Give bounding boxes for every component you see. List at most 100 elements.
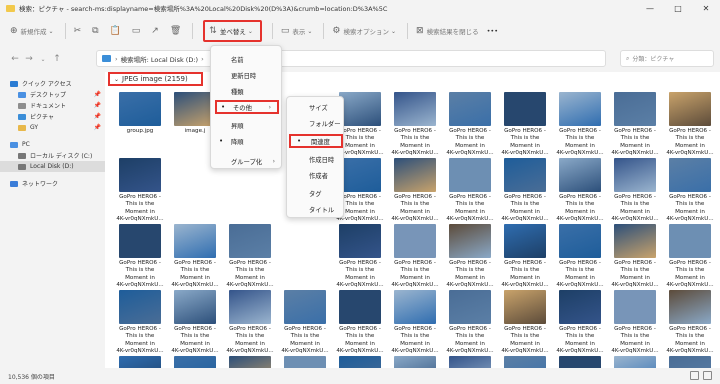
- file-item[interactable]: GoPro HERO6 - This is the Moment in 4K-vr0q…: [223, 290, 277, 356]
- sort-more-item[interactable]: 関連度 •: [289, 134, 343, 148]
- file-item[interactable]: GoPro HERO6 - This is the Moment in 4K-vr0q…: [168, 290, 222, 356]
- file-item[interactable]: GoPro HERO6 - This is the Moment in 4K-vr0q…: [608, 224, 662, 290]
- file-item[interactable]: GoPro HERO6 - This is the Moment in 4K-vr0q…: [278, 290, 332, 356]
- file-item[interactable]: GoPro HERO6 - This is the Moment in 4K-vr0q…: [553, 224, 607, 290]
- paste-button[interactable]: 📋: [106, 21, 128, 41]
- sort-more-item[interactable]: 作成日時: [287, 152, 343, 166]
- file-item[interactable]: GoPro HERO6 -: [388, 356, 442, 368]
- file-item[interactable]: GoPro HERO6 - This is the Moment in 4K-vr0q…: [113, 290, 167, 356]
- file-item[interactable]: GoPro HERO6 - This is the Moment in 4K-vr0q…: [388, 158, 442, 224]
- file-name-line: This is the: [180, 267, 210, 274]
- file-item[interactable]: GoPro HERO6 - This is the Moment in 4K-vr0q…: [498, 290, 552, 356]
- sidebar-item[interactable]: GY 📌: [0, 122, 105, 133]
- file-item[interactable]: GoPro HERO6 -: [333, 356, 387, 368]
- file-thumbnail: [284, 356, 326, 368]
- file-item[interactable]: GoPro HERO6 -: [223, 356, 277, 368]
- file-item[interactable]: GoPro HERO6 - This is the Moment in 4K-vr0q…: [388, 92, 442, 158]
- file-item[interactable]: GoPro HERO6 - This is the Moment in 4K-vr0q…: [553, 158, 607, 224]
- file-item[interactable]: GoPro HERO6 - This is the Moment in 4K-vr0q…: [608, 290, 662, 356]
- file-item[interactable]: GoPro HERO6 -: [498, 356, 552, 368]
- file-name-line: GoPro HERO6 -: [559, 326, 601, 332]
- sidebar-item[interactable]: ピクチャ 📌: [0, 111, 105, 122]
- large-icons-view-icon[interactable]: [703, 371, 712, 380]
- file-item[interactable]: GoPro HERO6 - This is the Moment in 4K-vr0q…: [663, 92, 717, 158]
- rename-button[interactable]: ▭: [128, 21, 148, 41]
- share-button[interactable]: ↗: [147, 21, 166, 41]
- file-item[interactable]: GoPro HERO6 - This is the Moment in 4K-vr0q…: [333, 224, 387, 290]
- sidebar-item[interactable]: Local Disk (D:): [0, 161, 105, 172]
- file-item[interactable]: GoPro HERO6 -: [168, 356, 222, 368]
- sort-more-item[interactable]: 作成者: [287, 168, 343, 182]
- file-item[interactable]: GoPro HERO6 - This is the Moment in 4K-vr0q…: [443, 158, 497, 224]
- sort-more-item[interactable]: タイトル: [287, 202, 343, 216]
- close-search-button[interactable]: ⊠ 検索結果を閉じる: [412, 21, 483, 41]
- file-item[interactable]: GoPro HERO6 - This is the Moment in 4K-vr0q…: [223, 224, 277, 290]
- file-item[interactable]: GoPro HERO6 -: [278, 356, 332, 368]
- address-bar[interactable]: › 検索場所: Local Disk (D:) ›: [96, 50, 606, 67]
- sort-menu-item[interactable]: 種類: [211, 84, 281, 98]
- view-icon: ▭: [280, 26, 290, 36]
- file-item[interactable]: GoPro HERO6 - This is the Moment in 4K-vr0q…: [663, 290, 717, 356]
- file-item[interactable]: GoPro HERO6 - This is the Moment in 4K-vr0q…: [388, 290, 442, 356]
- delete-button[interactable]: 🗑: [166, 21, 188, 41]
- file-item[interactable]: GoPro HERO6 - This is the Moment in 4K-vr0q…: [168, 224, 222, 290]
- recent-chevron-icon[interactable]: ⌄: [36, 56, 50, 63]
- new-label: 新規作成: [20, 28, 47, 36]
- sort-button[interactable]: ⇅ 並べ替え ⌄: [203, 20, 262, 42]
- sort-more-item[interactable]: サイズ: [287, 100, 343, 114]
- file-item[interactable]: GoPro HERO6 -: [113, 356, 167, 368]
- file-item[interactable]: GoPro HERO6 - This is the Moment in 4K-vr0q…: [388, 224, 442, 290]
- search-input[interactable]: ⌕ 分類：ピクチャ: [620, 50, 714, 67]
- forward-arrow-icon[interactable]: →: [22, 54, 36, 64]
- sidebar-item[interactable]: PC: [0, 139, 105, 150]
- file-item[interactable]: GoPro HERO6 - This is the Moment in 4K-vr0q…: [608, 158, 662, 224]
- file-item[interactable]: GoPro HERO6 - This is the Moment in 4K-vr0q…: [663, 224, 717, 290]
- file-item[interactable]: GoPro HERO6 - This is the Moment in 4K-vr0q…: [498, 224, 552, 290]
- sort-menu-item[interactable]: 降順 •: [211, 134, 281, 148]
- file-item[interactable]: GoPro HERO6 -: [553, 356, 607, 368]
- file-item[interactable]: GoPro HERO6 -: [443, 356, 497, 368]
- sidebar-item[interactable]: ローカル ディスク (C:): [0, 150, 105, 161]
- view-button[interactable]: ▭ 表示 ⌄: [277, 21, 320, 41]
- back-arrow-icon[interactable]: ←: [8, 54, 22, 64]
- file-item[interactable]: GoPro HERO6 - This is the Moment in 4K-vr0q…: [443, 92, 497, 158]
- up-arrow-icon[interactable]: ↑: [50, 54, 64, 64]
- sidebar-item[interactable]: デスクトップ 📌: [0, 89, 105, 100]
- file-item[interactable]: GoPro HERO6 - This is the Moment in 4K-vr0q…: [663, 158, 717, 224]
- file-item[interactable]: GoPro HERO6 - This is the Moment in 4K-vr0q…: [443, 224, 497, 290]
- sort-menu-item[interactable]: その他 • ›: [215, 100, 279, 114]
- file-item[interactable]: GoPro HERO6 - This is the Moment in 4K-vr0q…: [498, 92, 552, 158]
- sort-menu-item[interactable]: グループ化 ›: [211, 154, 281, 168]
- maximize-button[interactable]: □: [664, 0, 692, 16]
- sidebar-item[interactable]: クイック アクセス: [0, 78, 105, 89]
- more-button[interactable]: •••: [483, 21, 503, 41]
- sort-menu-item[interactable]: 名前: [211, 52, 281, 66]
- group-header[interactable]: ⌄ JPEG image (2159): [108, 72, 203, 86]
- search-options-button[interactable]: ⚙ 検索オプション ⌄: [328, 21, 403, 41]
- sort-more-item[interactable]: タグ: [287, 186, 343, 200]
- file-item[interactable]: GoPro HERO6 - This is the Moment in 4K-vr0q…: [113, 158, 167, 224]
- sidebar-item-icon: [18, 113, 26, 120]
- sort-menu-item[interactable]: 更新日時: [211, 68, 281, 82]
- cut-button[interactable]: ✂: [70, 21, 89, 41]
- file-item[interactable]: GoPro HERO6 - This is the Moment in 4K-vr0q…: [553, 92, 607, 158]
- close-button[interactable]: ✕: [692, 0, 720, 16]
- file-item[interactable]: GoPro HERO6 - This is the Moment in 4K-vr0q…: [333, 290, 387, 356]
- sort-more-item[interactable]: フォルダー: [287, 116, 343, 130]
- file-item[interactable]: GoPro HERO6 -: [608, 356, 662, 368]
- file-item[interactable]: group.jpg: [113, 92, 167, 135]
- file-item[interactable]: GoPro HERO6 - This is the Moment in 4K-vr0q…: [498, 158, 552, 224]
- file-name-line: This is the: [235, 333, 265, 340]
- sidebar-item[interactable]: ネットワーク: [0, 178, 105, 189]
- copy-button[interactable]: ⧉: [88, 21, 105, 41]
- new-button[interactable]: ⊕ 新規作成 ⌄: [6, 21, 61, 41]
- file-item[interactable]: GoPro HERO6 - This is the Moment in 4K-vr0q…: [608, 92, 662, 158]
- sidebar-item[interactable]: ドキュメント 📌: [0, 100, 105, 111]
- file-item[interactable]: GoPro HERO6 - This is the Moment in 4K-vr0q…: [443, 290, 497, 356]
- file-item[interactable]: GoPro HERO6 - This is the Moment in 4K-vr0q…: [113, 224, 167, 290]
- minimize-button[interactable]: —: [636, 0, 664, 16]
- details-view-icon[interactable]: [690, 371, 699, 380]
- file-item[interactable]: GoPro HERO6 -: [663, 356, 717, 368]
- sort-menu-item[interactable]: 昇順: [211, 118, 281, 132]
- file-item[interactable]: GoPro HERO6 - This is the Moment in 4K-vr0q…: [553, 290, 607, 356]
